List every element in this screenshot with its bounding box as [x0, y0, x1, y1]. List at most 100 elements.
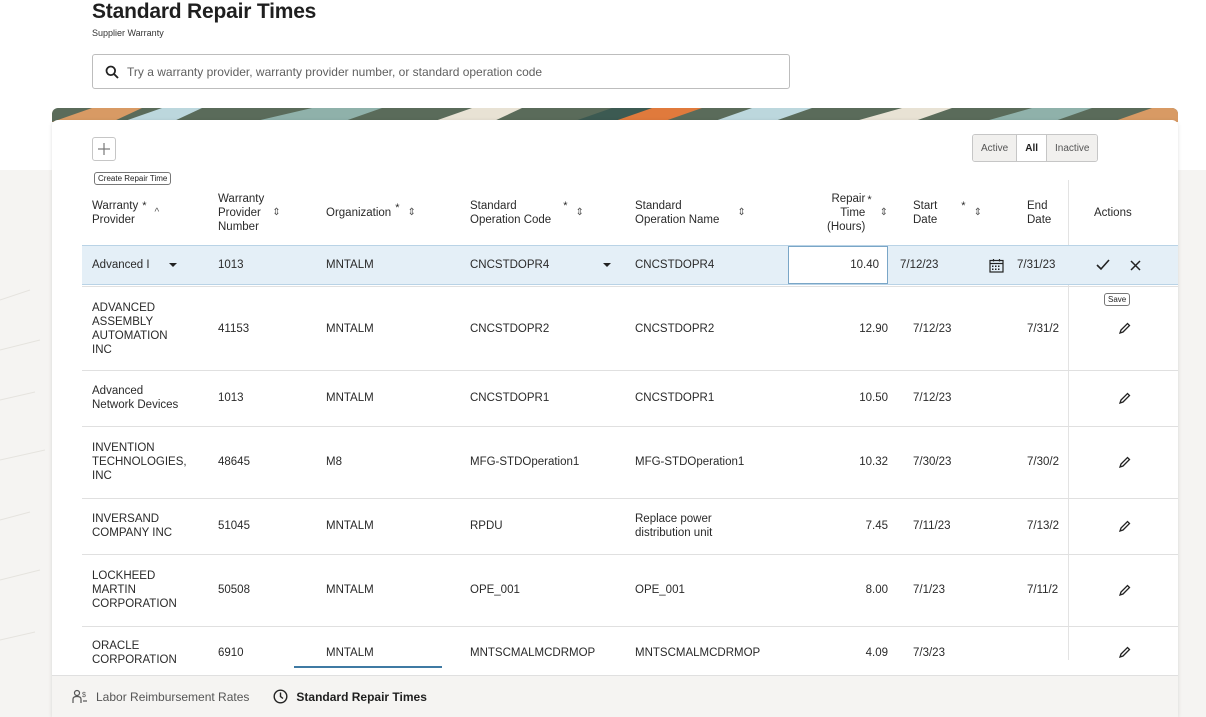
required-marker: *: [867, 193, 872, 206]
sort-icon: ⇕: [272, 206, 281, 218]
plus-icon: [98, 143, 110, 155]
column-header-end-date[interactable]: End Date: [1027, 180, 1077, 245]
organization-cell: MNTALM: [326, 646, 374, 659]
sort-icon: ⇕: [879, 206, 888, 218]
provider-number-cell: 1013: [218, 392, 244, 404]
operation-code-select[interactable]: CNCSTDOPR4: [470, 246, 620, 284]
provider-number-cell: 1013: [218, 259, 244, 271]
table-row[interactable]: Advanced Network Devices 1013 MNTALM CNCS…: [82, 370, 1178, 425]
organization-cell: MNTALM: [326, 392, 374, 404]
cancel-button[interactable]: [1130, 246, 1141, 284]
save-tooltip: Save: [1104, 293, 1131, 306]
column-header-warranty-provider-number[interactable]: Warranty Provider Number ⇕: [218, 180, 318, 245]
table-row[interactable]: ADVANCED ASSEMBLY AUTOMATION INC 41153 MNTA…: [82, 286, 1178, 370]
chevron-down-icon: [168, 263, 177, 267]
operation-code-cell: CNCSTDOPR1: [470, 392, 550, 404]
end-date-cell: [1027, 627, 1067, 678]
provider-cell: ORACLE CORPORATION: [92, 639, 177, 666]
column-header-start-date[interactable]: Start Date * ⇕: [913, 180, 1003, 245]
tab-label: Standard Repair Times: [296, 689, 427, 704]
start-date-cell: 7/30/23: [913, 456, 952, 468]
operation-name-cell: Replace power distribution unit: [635, 513, 713, 539]
pencil-icon: [1118, 456, 1131, 468]
pencil-icon: [1118, 322, 1131, 335]
create-repair-time-button[interactable]: [92, 137, 116, 161]
start-date-input[interactable]: 7/12/23: [900, 246, 1010, 284]
column-header-standard-operation-code[interactable]: Standard Operation Code * ⇕: [470, 180, 620, 245]
operation-name-cell: MNTSCMALMCDRMOP: [635, 646, 761, 659]
operation-code-cell: RPDU: [470, 520, 503, 532]
organization-cell: MNTALM: [326, 322, 374, 335]
operation-code-cell: OPE_001: [470, 584, 520, 596]
column-header-organization[interactable]: Organization * ⇕: [326, 180, 456, 245]
operation-name-cell: OPE_001: [635, 584, 685, 596]
provider-number-cell: 51045: [218, 520, 250, 532]
table-row[interactable]: INVENTION TECHNOLOGIES, INC 48645 M8 MFG-S…: [82, 426, 1178, 497]
save-button[interactable]: [1096, 246, 1110, 284]
search-icon: [105, 65, 119, 79]
operation-name-cell: CNCSTDOPR1: [635, 392, 715, 404]
table-row[interactable]: ORACLE CORPORATION 6910 MNTALM MNTSCMALMC…: [82, 626, 1178, 678]
end-date-cell: 7/11/2: [1027, 584, 1059, 596]
repair-time-cell: 10.50: [859, 392, 888, 404]
labor-rates-icon: $: [72, 689, 87, 703]
repair-time-input[interactable]: 10.40: [788, 246, 888, 284]
start-date-cell: 7/12/23: [913, 392, 952, 404]
repair-time-cell: 4.09: [865, 646, 888, 659]
tab-label: Labor Reimbursement Rates: [96, 689, 250, 704]
column-header-repair-time[interactable]: Repair Time (Hours) * ⇕: [798, 180, 888, 245]
required-marker: *: [142, 199, 147, 212]
end-date-input[interactable]: 7/31/23: [1017, 246, 1067, 284]
active-tab-indicator: [294, 666, 442, 668]
repair-time-cell: 7.45: [865, 520, 888, 532]
provider-cell: ADVANCED ASSEMBLY AUTOMATION INC: [92, 301, 168, 356]
page-title: Standard Repair Times: [92, 0, 317, 23]
provider-number-cell: 41153: [218, 322, 250, 335]
organization-cell: MNTALM: [326, 584, 374, 596]
edit-row-button[interactable]: [1118, 371, 1131, 425]
end-date-cell: [1027, 371, 1067, 425]
tab-standard-repair-times[interactable]: Standard Repair Times: [273, 689, 427, 704]
pencil-icon: [1118, 584, 1131, 596]
start-date-cell: 7/3/23: [913, 646, 945, 659]
provider-select[interactable]: Advanced I: [92, 246, 197, 284]
operation-code-cell: MNTSCMALMCDRMOP: [470, 646, 596, 659]
table-row[interactable]: LOCKHEED MARTIN CORPORATION 50508 MNTALM O…: [82, 554, 1178, 625]
edit-row-button[interactable]: [1118, 427, 1131, 497]
column-header-standard-operation-name[interactable]: Standard Operation Name ⇕: [635, 180, 795, 245]
close-icon: [1130, 259, 1141, 271]
status-filter: Active All Inactive: [972, 134, 1099, 162]
edit-row-button[interactable]: [1118, 555, 1131, 625]
required-marker: *: [961, 199, 966, 212]
sort-icon: ⇕: [973, 206, 982, 218]
required-marker: *: [563, 199, 568, 212]
column-header-warranty-provider[interactable]: Warranty Provider * ^: [92, 180, 202, 245]
sort-icon: ⇕: [407, 206, 416, 218]
end-date-cell: 7/31/2: [1027, 322, 1059, 335]
filter-all-button[interactable]: All: [1017, 135, 1048, 161]
repair-time-cell: 12.90: [859, 322, 888, 335]
provider-number-cell: 6910: [218, 646, 244, 659]
start-date-cell: 7/1/23: [913, 584, 945, 596]
edit-row-button[interactable]: [1118, 627, 1131, 678]
repair-time-cell: 10.32: [859, 456, 888, 468]
operation-code-cell: CNCSTDOPR2: [470, 322, 550, 335]
calendar-icon[interactable]: [989, 258, 1004, 273]
start-date-cell: 7/11/23: [913, 520, 951, 532]
repair-times-card: Create Repair Time Active All Inactive W…: [52, 120, 1178, 717]
filter-inactive-button[interactable]: Inactive: [1047, 135, 1098, 161]
start-date-cell: 7/12/23: [913, 322, 952, 335]
table-row[interactable]: INVERSAND COMPANY INC 51045 MNTALM RPDU R…: [82, 498, 1178, 553]
search-box[interactable]: [92, 54, 790, 89]
search-input[interactable]: [127, 64, 767, 79]
end-date-cell: 7/13/2: [1027, 520, 1059, 532]
checkmark-icon: [1096, 259, 1110, 271]
edit-row-button[interactable]: [1118, 499, 1131, 553]
table-row-editing: Advanced I 1013 MNTALM CNCSTDOPR4 CNCSTD…: [82, 245, 1178, 285]
clock-icon: [273, 689, 288, 704]
operation-name-cell: CNCSTDOPR4: [635, 259, 715, 271]
tab-labor-reimbursement-rates[interactable]: $ Labor Reimbursement Rates: [72, 689, 249, 705]
pencil-icon: [1118, 392, 1131, 404]
filter-active-button[interactable]: Active: [973, 135, 1018, 161]
background-pattern: [0, 289, 46, 641]
